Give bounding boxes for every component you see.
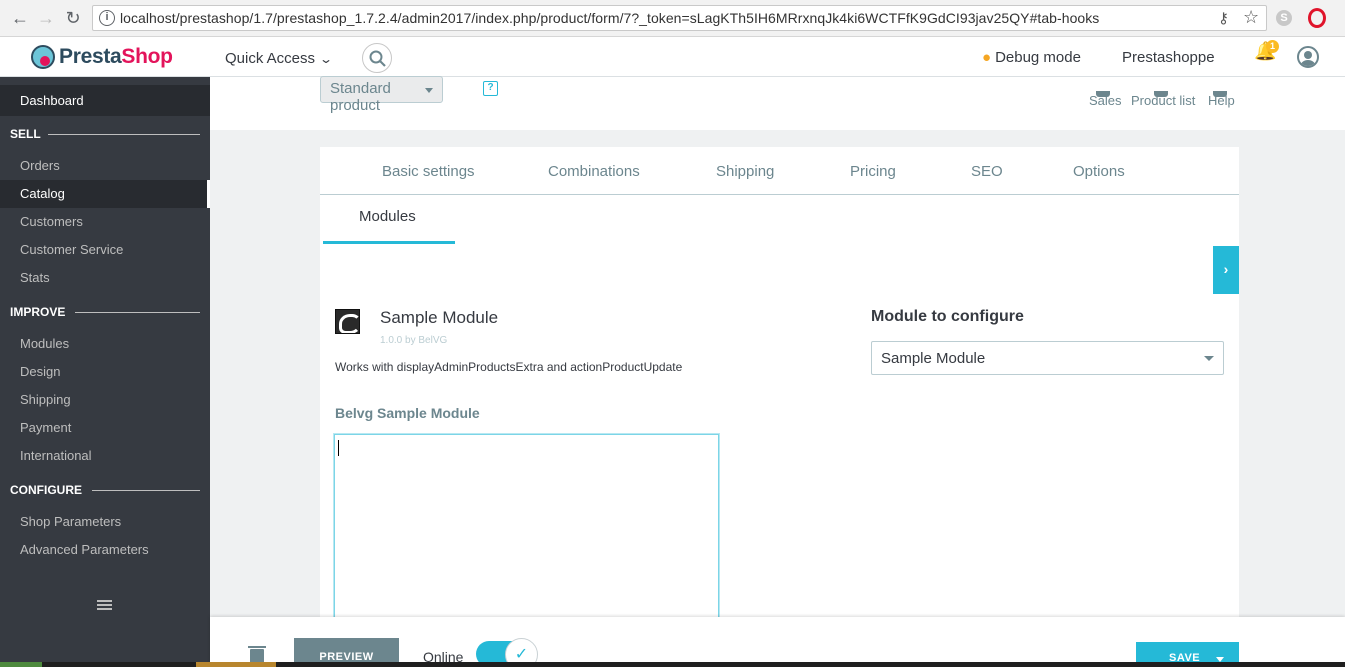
forward-icon[interactable]: → <box>36 8 56 28</box>
trash-icon[interactable] <box>248 646 266 663</box>
tab-basic-settings[interactable]: Basic settings <box>382 163 475 180</box>
sidebar-item-advanced-parameters[interactable]: Advanced Parameters <box>0 536 210 564</box>
notification-count-badge: 1 <box>1266 40 1279 53</box>
prestashop-logo-icon[interactable] <box>31 45 55 69</box>
logo-presta: Presta <box>59 45 122 68</box>
taskbar-app[interactable] <box>196 662 276 667</box>
skype-extension-icon[interactable]: S <box>1276 10 1292 26</box>
taskbar-app[interactable] <box>0 662 42 667</box>
tab-modules-label: Modules <box>359 208 416 225</box>
page-toolbar: Standard product ? Sales Product list He… <box>210 76 1345 130</box>
prestashop-logo-text[interactable]: PrestaShop <box>59 45 173 69</box>
product-form-panel: Basic settings Combinations Shipping Pri… <box>320 147 1239 625</box>
reload-icon[interactable]: ↻ <box>63 8 83 28</box>
divider <box>75 312 200 313</box>
list-icon <box>1154 91 1168 97</box>
chevron-right-icon[interactable]: › <box>1213 246 1239 294</box>
text-cursor <box>338 440 339 456</box>
tab-divider <box>320 194 1239 195</box>
key-icon[interactable]: ⚷ <box>1218 9 1229 27</box>
os-taskbar <box>0 662 1345 667</box>
shop-name-link[interactable]: Prestashoppe <box>1122 49 1215 66</box>
admin-header: PrestaShop Quick Access ⌄ ● Debug mode Pre… <box>0 37 1345 77</box>
bug-icon: ● <box>982 49 992 66</box>
sidebar-section-sell: SELL <box>10 127 200 141</box>
toolbar-link-sales[interactable]: Sales <box>1089 91 1122 108</box>
address-bar[interactable]: i localhost/prestashop/1.7/prestashop_1.… <box>92 5 1267 31</box>
divider <box>48 134 200 135</box>
module-description: Works with displayAdminProductsExtra and… <box>335 360 683 374</box>
sidebar-item-catalog[interactable]: Catalog <box>0 180 210 208</box>
module-configure-value: Sample Module <box>881 350 986 367</box>
caret-down-icon <box>1204 356 1214 361</box>
sidebar-item-dashboard[interactable]: Dashboard <box>0 85 210 116</box>
site-info-icon[interactable]: i <box>99 10 115 26</box>
logo-shop: Shop <box>121 45 173 68</box>
product-footer-bar: PREVIEW Online ✓ SAVE <box>210 617 1345 667</box>
sidebar-item-customer-service[interactable]: Customer Service <box>0 236 210 264</box>
search-icon <box>369 50 386 67</box>
quick-access-dropdown[interactable]: Quick Access ⌄ <box>225 50 334 67</box>
tab-options[interactable]: Options <box>1073 163 1125 180</box>
sidebar-item-international[interactable]: International <box>0 442 210 470</box>
tab-pricing[interactable]: Pricing <box>850 163 896 180</box>
sidebar-section-title: SELL <box>10 127 41 141</box>
sidebar-section-title: CONFIGURE <box>10 483 82 497</box>
sidebar-section-configure: CONFIGURE <box>10 483 200 497</box>
sidebar-item-modules[interactable]: Modules <box>0 330 210 358</box>
toolbar-link-help[interactable]: Help <box>1208 91 1235 108</box>
toolbar-link-product-list[interactable]: Product list <box>1131 91 1195 108</box>
url-text[interactable]: localhost/prestashop/1.7/prestashop_1.7.… <box>120 10 1099 26</box>
module-logo-icon <box>335 309 360 334</box>
help-question-icon[interactable]: ? <box>483 81 498 96</box>
textarea-overlay <box>334 434 719 624</box>
main-sidebar: Dashboard SELL Orders Catalog Customers … <box>0 77 210 667</box>
tab-combinations[interactable]: Combinations <box>548 163 640 180</box>
quick-access-label: Quick Access <box>225 50 316 67</box>
sidebar-item-shop-parameters[interactable]: Shop Parameters <box>0 508 210 536</box>
caret-down-icon <box>425 88 433 93</box>
sidebar-item-design[interactable]: Design <box>0 358 210 386</box>
bookmark-star-icon[interactable]: ☆ <box>1243 7 1259 28</box>
module-configure-label: Module to configure <box>871 308 1024 325</box>
debug-mode-label: Debug mode <box>995 49 1081 66</box>
sidebar-section-improve: IMPROVE <box>10 305 200 319</box>
browser-toolbar: ← → ↻ i localhost/prestashop/1.7/prestas… <box>0 0 1345 37</box>
debug-mode-indicator[interactable]: ● Debug mode <box>982 49 1081 66</box>
collapse-menu-icon[interactable] <box>97 600 112 612</box>
module-title: Sample Module <box>380 308 499 327</box>
sidebar-item-customers[interactable]: Customers <box>0 208 210 236</box>
sidebar-item-stats[interactable]: Stats <box>0 264 210 292</box>
help-circle-icon <box>1213 91 1227 97</box>
tab-shipping[interactable]: Shipping <box>716 163 774 180</box>
bar-chart-icon <box>1096 91 1110 97</box>
module-configure-select[interactable]: Sample Module <box>871 341 1224 375</box>
product-type-select[interactable]: Standard product <box>320 76 443 114</box>
tab-modules[interactable]: Modules <box>323 195 455 244</box>
module-version: 1.0.0 by BelVG <box>380 335 448 346</box>
sidebar-item-orders[interactable]: Orders <box>0 152 210 180</box>
divider <box>92 490 200 491</box>
sidebar-item-shipping[interactable]: Shipping <box>0 386 210 414</box>
chevron-down-icon: ⌄ <box>319 52 334 66</box>
product-type-value: Standard product <box>330 80 391 114</box>
module-field-label: Belvg Sample Module <box>335 405 480 421</box>
sidebar-item-payment[interactable]: Payment <box>0 414 210 442</box>
search-button[interactable] <box>362 43 392 73</box>
back-icon[interactable]: ← <box>10 8 30 28</box>
tab-seo[interactable]: SEO <box>971 163 1003 180</box>
sidebar-section-title: IMPROVE <box>10 305 66 319</box>
employee-profile-icon[interactable] <box>1297 46 1319 68</box>
opera-extension-icon[interactable] <box>1308 8 1326 28</box>
